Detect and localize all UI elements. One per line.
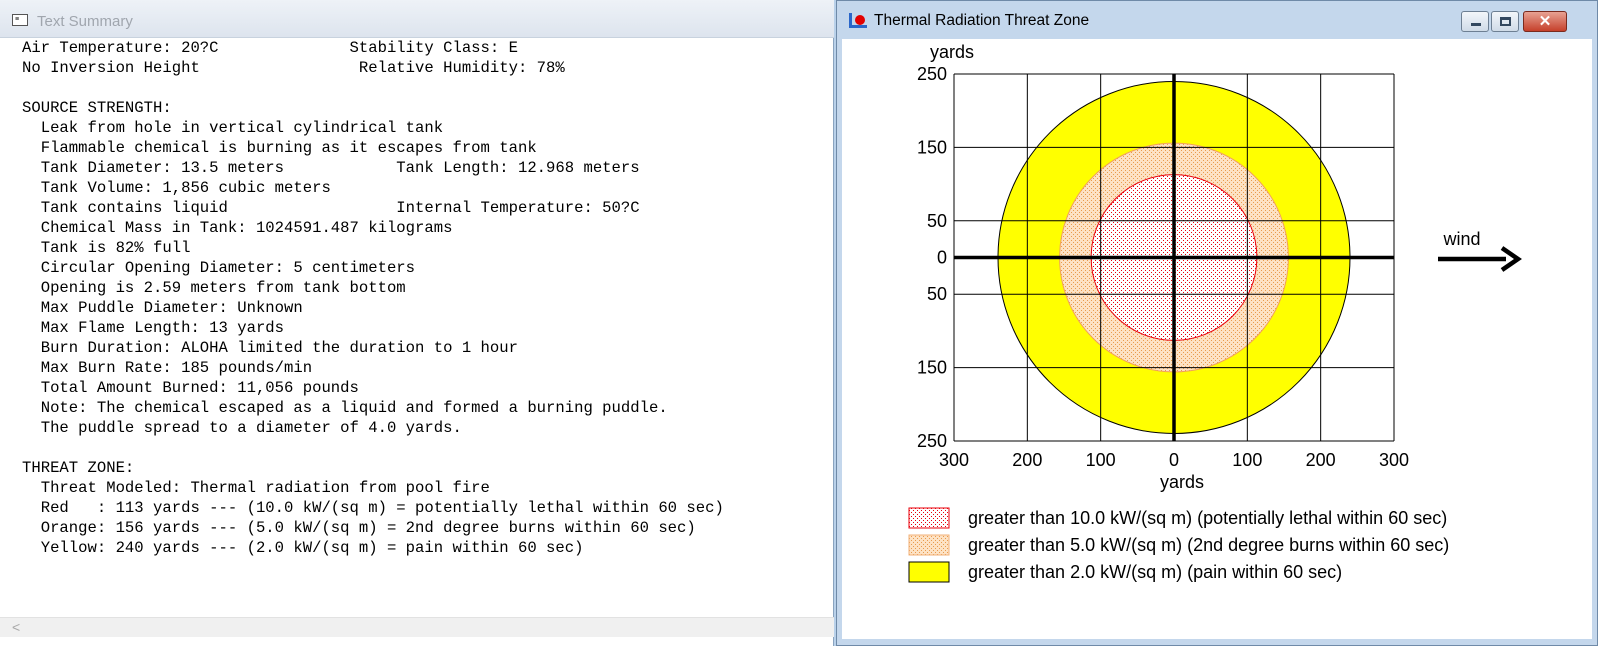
y-tick-label: 250 <box>917 431 947 451</box>
summary-line: Leak from hole in vertical cylindrical t… <box>22 119 444 137</box>
summary-line: Orange: 156 yards --- (5.0 kW/(sq m) = 2… <box>22 519 696 537</box>
y-tick-label: 50 <box>927 284 947 304</box>
summary-line: The puddle spread to a diameter of 4.0 y… <box>22 419 462 437</box>
summary-line: Tank contains liquid Internal Temperatur… <box>22 199 640 217</box>
wind-label: wind <box>1442 229 1480 249</box>
y-tick-label: 150 <box>917 358 947 378</box>
summary-line: Threat Modeled: Thermal radiation from p… <box>22 479 490 497</box>
legend-swatch-orange <box>908 534 950 556</box>
summary-line: Max Puddle Diameter: Unknown <box>22 299 303 317</box>
summary-line: Tank Diameter: 13.5 meters Tank Length: … <box>22 159 640 177</box>
summary-line: Burn Duration: ALOHA limited the duratio… <box>22 339 518 357</box>
threat-zone-titlebar[interactable]: Thermal Radiation Threat Zone ✕ <box>837 1 1597 39</box>
summary-line: Note: The chemical escaped as a liquid a… <box>22 399 668 417</box>
close-icon: ✕ <box>1538 13 1552 30</box>
legend-label: greater than 10.0 kW/(sq m) (potentially… <box>968 508 1447 528</box>
legend-swatch-red <box>908 507 950 529</box>
horizontal-scrollbar[interactable]: < <box>0 617 834 637</box>
summary-line: SOURCE STRENGTH: <box>22 99 172 117</box>
minimize-button[interactable] <box>1461 11 1489 32</box>
maximize-icon <box>1500 17 1511 26</box>
y-tick-label: 250 <box>917 64 947 84</box>
threat-zone-chart: 25015050050150250300 200 100 0 100 200 300yard… <box>908 42 1522 583</box>
x-axis-label: yards <box>1160 472 1204 492</box>
summary-line: No Inversion Height Relative Humidity: 7… <box>22 59 565 77</box>
summary-line: Circular Opening Diameter: 5 centimeters <box>22 259 416 277</box>
summary-line: Total Amount Burned: 11,056 pounds <box>22 379 359 397</box>
summary-text-body: Air Temperature: 20?C Stability Class: E… <box>22 38 724 558</box>
text-summary-title: Text Summary <box>37 13 133 30</box>
y-tick-label: 50 <box>927 211 947 231</box>
y-tick-label: 0 <box>937 248 947 268</box>
summary-line: Tank Volume: 1,856 cubic meters <box>22 179 331 197</box>
summary-line: THREAT ZONE: <box>22 459 135 477</box>
chart-area: 250 150 50 0 50 150 250 300 200 100 0 100 200 300 yard… <box>842 39 1592 639</box>
summary-line: Max Flame Length: 13 yards <box>22 319 285 337</box>
maximize-button[interactable] <box>1491 11 1519 32</box>
summary-line: Flammable chemical is burning as it esca… <box>22 139 537 157</box>
summary-line: Opening is 2.59 meters from tank bottom <box>22 279 406 297</box>
text-summary-titlebar[interactable]: ≡ Text Summary <box>0 0 834 38</box>
x-tick-label: 200 <box>1306 450 1336 470</box>
text-window-icon: ≡ <box>12 14 28 26</box>
scroll-left-icon[interactable]: < <box>12 619 20 635</box>
summary-line: Chemical Mass in Tank: 1024591.487 kilog… <box>22 219 453 237</box>
y-tick-label: 150 <box>917 137 947 157</box>
summary-line: Yellow: 240 yards --- (2.0 kW/(sq m) = p… <box>22 539 584 557</box>
x-tick-label: 200 <box>1012 450 1042 470</box>
minimize-icon <box>1471 23 1481 26</box>
x-tick-label: 100 <box>1232 450 1262 470</box>
text-summary-window: ≡ Text Summary Air Temperature: 20?C Sta… <box>0 0 834 646</box>
legend-label: greater than 5.0 kW/(sq m) (2nd degree b… <box>968 535 1449 555</box>
x-tick-label: 300 <box>939 450 969 470</box>
x-tick-label: 300 <box>1379 450 1409 470</box>
summary-line: Tank is 82% full <box>22 239 191 257</box>
legend-swatch-yellow <box>908 561 950 583</box>
x-tick-label: 100 <box>1086 450 1116 470</box>
legend-label: greater than 2.0 kW/(sq m) (pain within … <box>968 562 1342 582</box>
x-tick-label: 0 <box>1169 450 1179 470</box>
y-axis-label: yards <box>930 42 974 62</box>
threat-zone-app-icon <box>849 13 867 28</box>
summary-line: Red : 113 yards --- (10.0 kW/(sq m) = po… <box>22 499 724 517</box>
threat-zone-title: Thermal Radiation Threat Zone <box>874 12 1090 29</box>
close-button[interactable]: ✕ <box>1523 11 1567 32</box>
threat-zone-window: Thermal Radiation Threat Zone ✕ 250 150 … <box>836 0 1598 646</box>
summary-line: Air Temperature: 20?C Stability Class: E <box>22 39 518 57</box>
summary-line: Max Burn Rate: 185 pounds/min <box>22 359 313 377</box>
